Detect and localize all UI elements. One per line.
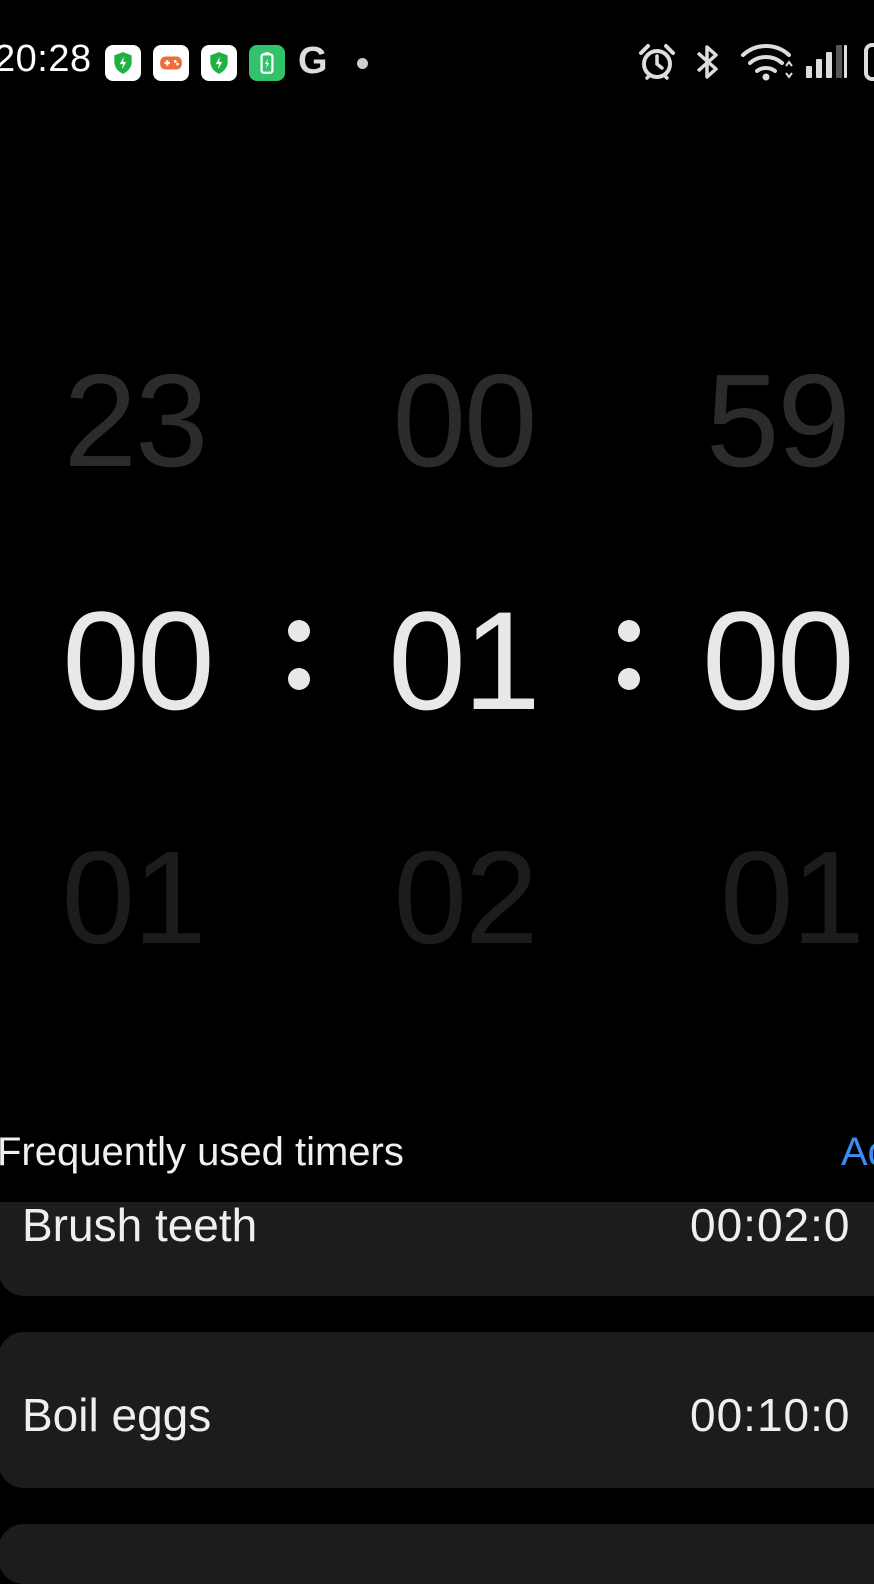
timer-duration: 00:10:0 bbox=[690, 1389, 851, 1441]
more-notifications-dot bbox=[357, 58, 368, 69]
colon-separator bbox=[288, 620, 312, 716]
battery-saver-icon bbox=[249, 45, 285, 81]
status-bar: 20:28 G bbox=[0, 0, 874, 110]
colon-separator bbox=[618, 620, 642, 716]
hours-prev[interactable]: 23 bbox=[50, 345, 220, 496]
status-time: 20:28 bbox=[0, 38, 92, 80]
hours-next[interactable]: 01 bbox=[58, 822, 208, 973]
bluetooth-icon bbox=[696, 45, 718, 79]
minutes-next[interactable]: 02 bbox=[377, 822, 553, 973]
frequent-timers-title: Frequently used timers bbox=[0, 1130, 404, 1174]
minutes-prev[interactable]: 00 bbox=[372, 345, 556, 496]
list-item[interactable]: Brush teeth 00:02:0 bbox=[0, 1199, 874, 1296]
game-icon bbox=[153, 45, 189, 81]
minutes-current[interactable]: 01 bbox=[383, 580, 543, 742]
shield-icon bbox=[201, 45, 237, 81]
add-timer-button[interactable]: Ad bbox=[841, 1130, 874, 1175]
google-icon: G bbox=[298, 40, 328, 82]
hours-current[interactable]: 00 bbox=[42, 580, 232, 742]
battery-icon bbox=[864, 43, 874, 81]
timer-name: Boil eggs bbox=[22, 1389, 212, 1441]
seconds-next[interactable]: 01 bbox=[720, 822, 874, 973]
list-item[interactable]: Boil eggs 00:10:0 bbox=[0, 1332, 874, 1488]
wifi-icon bbox=[741, 44, 793, 81]
seconds-prev[interactable]: 59 bbox=[706, 345, 874, 496]
timer-duration: 00:02:0 bbox=[690, 1199, 851, 1251]
signal-icon bbox=[806, 45, 847, 78]
seconds-current[interactable]: 00 bbox=[702, 580, 874, 742]
alarm-icon bbox=[639, 44, 675, 80]
list-item[interactable] bbox=[0, 1524, 874, 1584]
shield-icon bbox=[105, 45, 141, 81]
timer-name: Brush teeth bbox=[22, 1199, 258, 1251]
